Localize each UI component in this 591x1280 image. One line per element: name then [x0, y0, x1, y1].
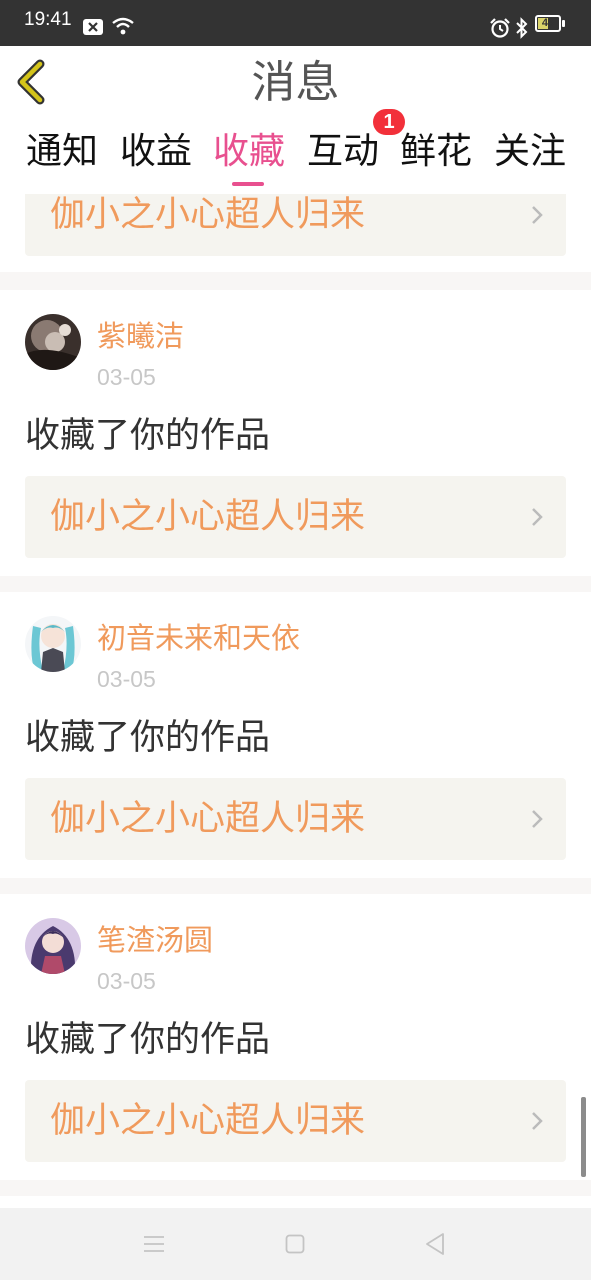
- battery-level: 46: [541, 17, 555, 29]
- battery-tip: [562, 20, 565, 27]
- work-title: 伽小之小心超人归来: [50, 1101, 366, 1141]
- notification-date: 03-05: [97, 968, 156, 994]
- tab-notifications[interactable]: 通知: [15, 126, 109, 184]
- notification-icon: [82, 18, 104, 40]
- notification-date: 03-05: [97, 666, 156, 692]
- tab-following[interactable]: 关注: [483, 126, 577, 184]
- title-bar: 消息: [0, 46, 591, 118]
- status-time: 19:41: [24, 9, 72, 30]
- work-link[interactable]: 伽小之小心超人归来: [25, 476, 566, 558]
- home-square-icon[interactable]: [285, 1234, 305, 1258]
- work-link[interactable]: 伽小之小心超人归来: [25, 194, 566, 256]
- username[interactable]: 笔渣汤圆: [97, 922, 213, 958]
- notification-card: 初音未来和天依 03-05 收藏了你的作品 伽小之小心超人归来: [0, 592, 591, 878]
- active-tab-indicator: [232, 182, 264, 186]
- scrollbar-thumb[interactable]: [581, 1097, 586, 1177]
- system-nav-bar: [0, 1208, 591, 1280]
- notification-action: 收藏了你的作品: [25, 416, 271, 456]
- menu-icon[interactable]: [143, 1234, 165, 1258]
- notification-date: 03-05: [97, 364, 156, 390]
- tab-flowers[interactable]: 鲜花: [389, 126, 483, 184]
- tab-favorites[interactable]: 收藏: [202, 126, 296, 184]
- battery-icon: 46: [535, 15, 561, 32]
- notification-action: 收藏了你的作品: [25, 718, 271, 758]
- work-title: 伽小之小心超人归来: [50, 799, 366, 839]
- work-link[interactable]: 伽小之小心超人归来: [25, 1080, 566, 1162]
- chevron-right-icon: [532, 1112, 543, 1130]
- tab-interactions[interactable]: 互动: [296, 126, 390, 184]
- avatar[interactable]: [25, 314, 81, 370]
- notification-card-partial: 伽小之小心超人归来: [0, 194, 591, 272]
- notification-card: 紫曦洁 03-05 收藏了你的作品 伽小之小心超人归来: [0, 290, 591, 576]
- notification-card-partial: [0, 1196, 591, 1208]
- tab-earnings[interactable]: 收益: [109, 126, 203, 184]
- notification-feed[interactable]: 伽小之小心超人归来 紫曦洁 03-05 收藏了你的作品 伽小之小心超人归来 初音…: [0, 194, 591, 1208]
- work-title: 伽小之小心超人归来: [50, 195, 366, 235]
- chevron-right-icon: [532, 508, 543, 526]
- chevron-right-icon: [532, 810, 543, 828]
- username[interactable]: 初音未来和天依: [97, 620, 300, 656]
- alarm-icon: [489, 18, 511, 42]
- chevron-right-icon: [532, 206, 543, 224]
- work-title: 伽小之小心超人归来: [50, 497, 366, 537]
- bluetooth-icon: [515, 17, 529, 43]
- username[interactable]: 紫曦洁: [97, 318, 184, 354]
- notification-action: 收藏了你的作品: [25, 1020, 271, 1060]
- wifi-icon: [111, 16, 135, 40]
- avatar[interactable]: [25, 616, 81, 672]
- tab-bar: 通知 收益 收藏 互动 鲜花 关注: [0, 118, 591, 194]
- avatar[interactable]: [25, 918, 81, 974]
- work-link[interactable]: 伽小之小心超人归来: [25, 778, 566, 860]
- status-bar: 19:41 46: [0, 0, 591, 46]
- page-title: 消息: [251, 57, 340, 108]
- back-triangle-icon[interactable]: [424, 1232, 446, 1260]
- interactions-badge: 1: [373, 109, 405, 135]
- notification-card: 笔渣汤圆 03-05 收藏了你的作品 伽小之小心超人归来: [0, 894, 591, 1180]
